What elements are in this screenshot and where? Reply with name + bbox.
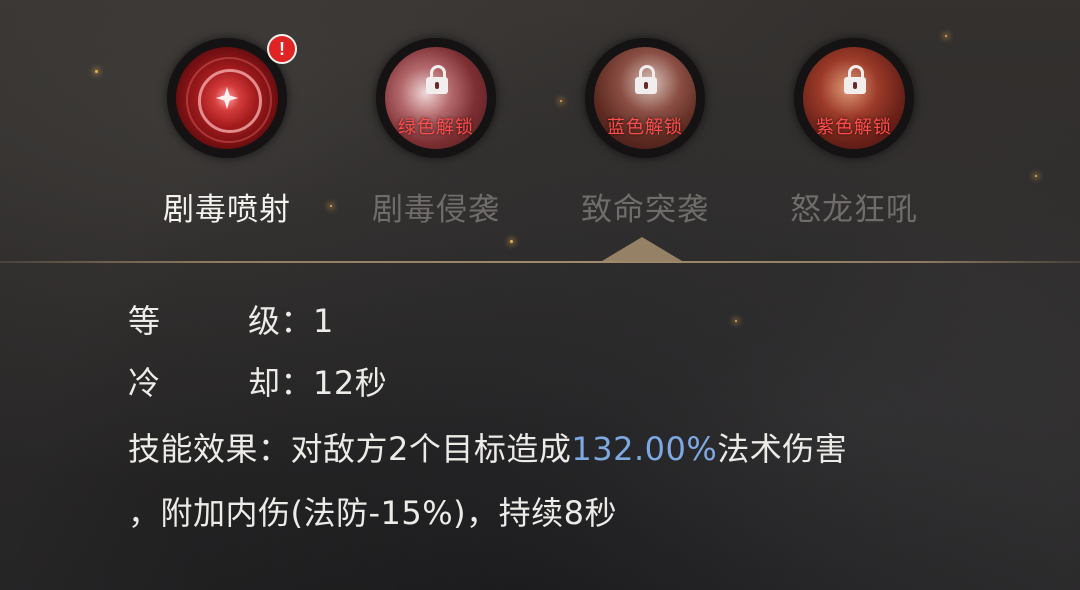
level-value: 1 <box>313 302 334 340</box>
effect-label: 技能效果： <box>128 430 291 468</box>
level-label-part2: 级： <box>248 302 314 340</box>
rune-ring-inner <box>198 69 262 133</box>
ambient-spark <box>330 205 332 207</box>
skill-tab-2[interactable]: 绿色解锁 剧毒侵袭 <box>366 32 506 232</box>
skill-icon-frame: 绿色解锁 <box>376 38 496 158</box>
level-row: 等 级：1 <box>128 296 334 342</box>
cooldown-label-part1: 冷 <box>128 364 161 402</box>
new-alert-badge: ! <box>267 34 297 64</box>
skill-tab-1[interactable]: ! 剧毒喷射 <box>157 32 297 232</box>
cooldown-value: 12秒 <box>313 364 388 402</box>
skill-tab-4[interactable]: 紫色解锁 怒龙狂吼 <box>784 32 924 232</box>
effect-text-suffix: 法术伤害 <box>717 430 848 468</box>
effect-row: 技能效果：对敌方2个目标造成132.00%法术伤害 <box>128 424 847 470</box>
ambient-spark <box>560 100 562 102</box>
skill-strike-icon: 蓝色解锁 <box>594 47 696 149</box>
skill-icon-frame: 紫色解锁 <box>794 38 914 158</box>
skill-name: 剧毒喷射 <box>163 192 291 228</box>
lock-icon <box>635 65 657 95</box>
lock-icon <box>844 65 866 95</box>
skill-name: 致命突袭 <box>581 192 709 228</box>
ambient-spark <box>95 70 98 73</box>
section-divider <box>0 261 1080 263</box>
unlock-requirement: 蓝色解锁 <box>607 117 683 138</box>
ambient-spark <box>1035 175 1037 177</box>
effect-text: 对敌方2个目标造成 <box>290 430 572 468</box>
damage-percent: 132.00% <box>571 430 718 468</box>
ambient-spark <box>510 240 513 243</box>
effect-row-continued: ，附加内伤(法防-15%)，持续8秒 <box>128 488 617 534</box>
ambient-spark <box>735 320 737 322</box>
unlock-requirement: 紫色解锁 <box>816 117 892 138</box>
cooldown-row: 冷 却：12秒 <box>128 358 387 404</box>
effect-text-line2: ，附加内伤(法防-15%)，持续8秒 <box>128 494 618 532</box>
skill-name: 剧毒侵袭 <box>372 192 500 228</box>
selection-pointer <box>602 237 682 261</box>
skill-crimson-star-icon <box>176 47 278 149</box>
skill-tab-3[interactable]: 蓝色解锁 致命突袭 <box>575 32 715 232</box>
skill-swirl-icon: 绿色解锁 <box>385 47 487 149</box>
ambient-spark <box>945 35 947 37</box>
level-label-part1: 等 <box>128 302 161 340</box>
cooldown-label-part2: 却： <box>248 364 314 402</box>
unlock-requirement: 绿色解锁 <box>398 117 474 138</box>
lock-icon <box>426 65 448 95</box>
skill-icon-frame: 蓝色解锁 <box>585 38 705 158</box>
skill-name: 怒龙狂吼 <box>790 192 918 228</box>
skill-dragon-icon: 紫色解锁 <box>803 47 905 149</box>
